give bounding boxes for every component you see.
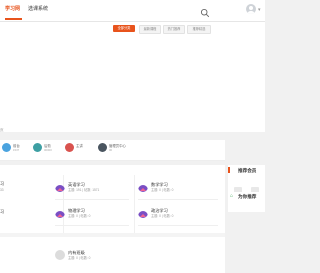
column-divider	[134, 175, 135, 235]
top-navigation-bar: 学习网 选课系统 ▾	[0, 0, 265, 22]
course-title: 数学学习	[151, 182, 168, 187]
course-card-physics[interactable]: 物理学习 主题: 0 | 帖数: 0	[55, 203, 129, 226]
course-title: 内有班级	[68, 250, 85, 255]
course-card-math[interactable]: 数学学习 主题: 0 | 帖数: 0	[138, 177, 218, 200]
nav-item-home[interactable]: 学习网	[5, 6, 20, 13]
course-title: 政治学习	[151, 208, 168, 213]
course-icon	[55, 182, 65, 192]
course-stats: 主题: 0 | 帖数: 0	[151, 214, 174, 218]
search-icon[interactable]	[200, 5, 210, 18]
filter-hot-button[interactable]: 热门推荐	[163, 25, 185, 34]
section-separator	[0, 233, 225, 237]
course-card-english[interactable]: 英语学习 主题: 191 | 帖数: 1571	[55, 177, 129, 200]
section-accent-bar	[228, 167, 230, 173]
user-icon	[98, 143, 107, 152]
section-title: 推荐会员	[238, 168, 257, 173]
recommend-for-you-card: ⌂ 为你推荐	[228, 192, 265, 212]
course-stats: 主题: 191 | 帖数: 1571	[68, 188, 100, 192]
course-title: 物理学习	[68, 208, 85, 213]
course-icon	[138, 208, 148, 218]
stat-label: 主讲	[76, 144, 83, 148]
course-card-class[interactable]: 内有班级 主题: 0 | 帖数: 0	[55, 245, 135, 267]
heart-icon	[65, 143, 74, 152]
course-grid: 习 33 习 英语学习 主题: 191 | 帖数: 1571 数学学习 主题: …	[0, 165, 225, 273]
active-nav-indicator	[5, 18, 22, 20]
filter-featured-button[interactable]: 推荐精选	[187, 25, 211, 34]
section-title: 为你推荐	[238, 194, 257, 199]
course-title: 英语学习	[68, 182, 85, 187]
stat-front-icon	[2, 143, 11, 152]
stat-logistics-icon	[33, 143, 42, 152]
course-icon	[55, 208, 65, 218]
stat-value: 1537	[13, 148, 20, 152]
hero-section: 全部分类 最新课程 热门推荐 推荐精选 页	[0, 22, 265, 132]
course-title-partial[interactable]: 习	[0, 209, 4, 214]
stat-admin[interactable]: 管理员中心 00	[98, 143, 138, 156]
stat-front[interactable]: 前台 1537	[2, 143, 32, 156]
chevron-down-icon[interactable]: ▾	[258, 8, 261, 13]
course-sub-partial: 33	[0, 188, 4, 192]
course-stats: 主题: 0 | 帖数: 0	[151, 188, 174, 192]
home-icon: ⌂	[230, 193, 234, 199]
course-icon	[138, 182, 148, 192]
nav-item-course-system[interactable]: 选课系统	[28, 6, 48, 13]
stat-logistics[interactable]: 后勤 00000	[33, 143, 63, 156]
course-stats: 主题: 0 | 帖数: 0	[68, 214, 91, 218]
course-icon	[55, 250, 65, 260]
user-avatar[interactable]	[246, 4, 256, 14]
filter-all-categories-button[interactable]: 全部分类	[113, 25, 135, 32]
stat-value: 00	[109, 148, 113, 152]
course-title-partial[interactable]: 习	[0, 181, 4, 186]
breadcrumb: 页	[0, 128, 4, 132]
course-stats: 主题: 0 | 帖数: 0	[68, 256, 91, 260]
filter-latest-button[interactable]: 最新课程	[139, 25, 161, 34]
stat-value: 00000	[44, 148, 52, 152]
course-card-politics[interactable]: 政治学习 主题: 0 | 帖数: 0	[138, 203, 218, 226]
stats-row: 前台 1537 后勤 00000 主讲 管理员中心 00	[0, 140, 225, 161]
stat-lecturer[interactable]: 主讲	[65, 143, 95, 156]
